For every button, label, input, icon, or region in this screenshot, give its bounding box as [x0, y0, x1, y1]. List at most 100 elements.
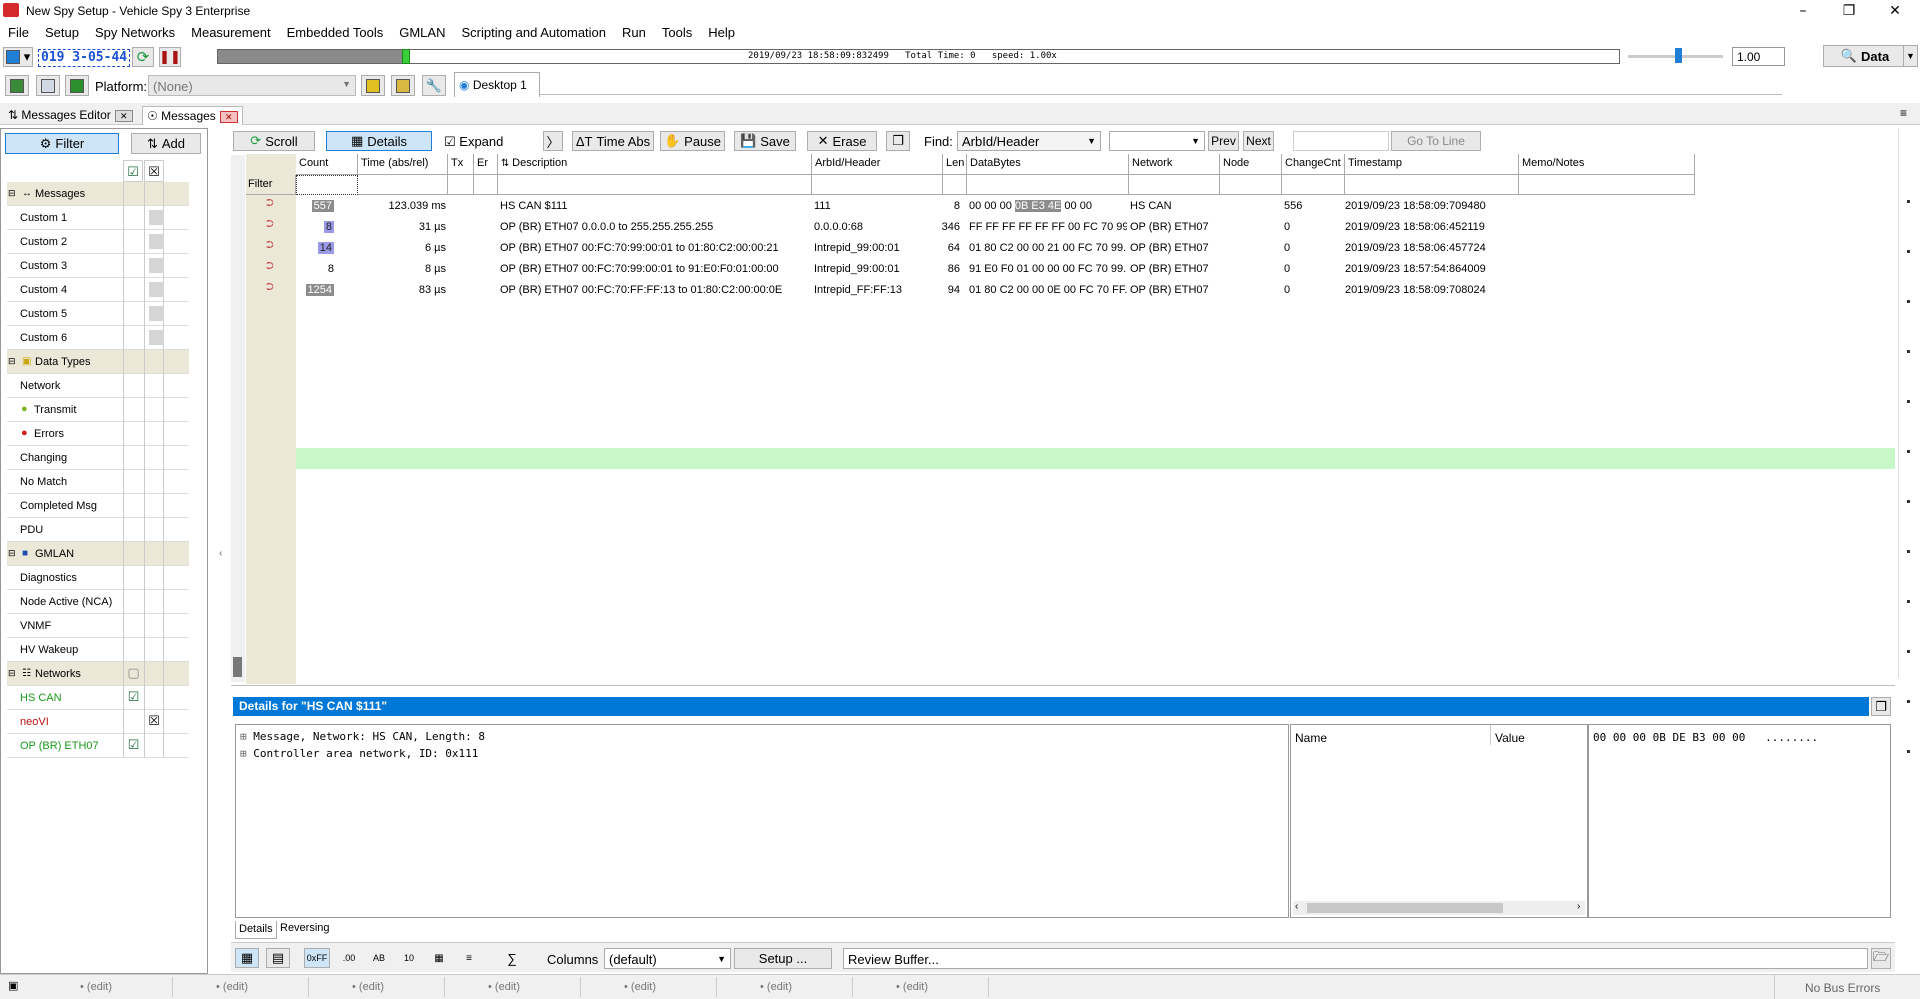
filter-exclude-cell[interactable]: ☒: [144, 710, 164, 734]
tab-reversing[interactable]: Reversing: [280, 922, 330, 934]
pause-button[interactable]: ✋ Pause: [660, 131, 725, 151]
binary-format-icon[interactable]: 10: [398, 948, 420, 968]
menu-embedded-tools[interactable]: Embedded Tools: [279, 22, 392, 43]
bracket-icon[interactable]: 〉: [543, 131, 563, 151]
side-handle-icon[interactable]: [1907, 550, 1910, 553]
collapse-minus-icon[interactable]: ⊟: [8, 356, 16, 367]
side-handle-icon[interactable]: [1907, 250, 1910, 253]
filter-exclude-cell[interactable]: [144, 422, 164, 446]
filter-include-cell[interactable]: [123, 278, 143, 302]
close-icon[interactable]: ✕: [1872, 0, 1918, 22]
signal-icon[interactable]: ∑: [500, 948, 524, 968]
collapse-minus-icon[interactable]: ⊟: [8, 668, 16, 679]
filter-group-15[interactable]: ⊟ ■ GMLAN: [7, 542, 189, 566]
color-swatch[interactable]: [149, 210, 164, 225]
tree-item-message[interactable]: ⊞ Message, Network: HS CAN, Length: 8: [240, 730, 485, 743]
side-handle-icon[interactable]: [1907, 400, 1910, 403]
filter-exclude-cell[interactable]: [144, 302, 164, 326]
filter-cell-timestamp[interactable]: [1345, 175, 1519, 195]
folder-icon[interactable]: 🗁: [1871, 948, 1891, 969]
close-icon[interactable]: ✕: [114, 109, 133, 122]
filter-include-cell[interactable]: [123, 518, 143, 542]
status-edit-slot[interactable]: • (edit): [488, 981, 520, 993]
go-to-line-input[interactable]: [1293, 131, 1389, 151]
hex-format-icon[interactable]: 0xFF: [304, 948, 330, 968]
filter-cell-changecnt[interactable]: [1282, 175, 1345, 195]
find-input[interactable]: ▼: [1109, 131, 1205, 151]
filter-include-cell[interactable]: [123, 566, 143, 590]
add-button[interactable]: ⇅ Add: [131, 133, 201, 154]
color-swatch[interactable]: [149, 282, 164, 297]
menu-spy-networks[interactable]: Spy Networks: [87, 22, 183, 43]
filter-item-14[interactable]: PDU: [7, 518, 189, 542]
filter-exclude-cell[interactable]: [144, 686, 164, 710]
speed-slider[interactable]: [1628, 48, 1723, 64]
menu-help[interactable]: Help: [700, 22, 743, 43]
filter-cell-len[interactable]: [943, 175, 967, 195]
filter-item-3[interactable]: Custom 3: [7, 254, 189, 278]
filter-group-0[interactable]: ⊟ ↔ Messages: [7, 182, 189, 206]
filter-exclude-cell[interactable]: [144, 590, 164, 614]
decimal-format-icon[interactable]: .00: [338, 948, 360, 968]
filter-item-9[interactable]: ● Transmit: [7, 398, 189, 422]
table-row[interactable]: ⮊ 8 8 µs OP (BR) ETH07 00:FC:70:99:00:01 to…: [266, 259, 1696, 280]
filter-exclude-cell[interactable]: [144, 614, 164, 638]
side-handle-icon[interactable]: [1907, 600, 1910, 603]
filter-exclude-cell[interactable]: [144, 350, 164, 374]
data-button[interactable]: 🔍 Data: [1823, 45, 1907, 67]
scroll-left-icon[interactable]: ‹: [1295, 901, 1298, 912]
erase-button[interactable]: ✕ Erase: [807, 131, 877, 151]
filter-item-6[interactable]: Custom 6: [7, 326, 189, 350]
table-row[interactable]: ⮊ 557 123.039 ms HS CAN $111 111 8 00 00 00 0B…: [266, 196, 1696, 217]
restore-icon[interactable]: ❐: [1826, 0, 1872, 22]
filter-button[interactable]: ⚙ Filter: [5, 133, 119, 154]
menu-scripting[interactable]: Scripting and Automation: [453, 22, 614, 43]
tab-messages[interactable]: ☉ Messages ✕: [142, 106, 243, 125]
column-header-len[interactable]: Len: [943, 154, 967, 175]
filter-exclude-cell[interactable]: [144, 374, 164, 398]
filter-include-cell[interactable]: [123, 614, 143, 638]
collapse-minus-icon[interactable]: ⊟: [8, 188, 16, 199]
find-field-select[interactable]: ArbId/Header ▼: [957, 131, 1101, 151]
filter-item-5[interactable]: Custom 5: [7, 302, 189, 326]
status-edit-slot[interactable]: • (edit): [80, 981, 112, 993]
filter-item-10[interactable]: ● Errors: [7, 422, 189, 446]
column-header-databytes[interactable]: DataBytes: [967, 154, 1129, 175]
filter-cell-er[interactable]: [474, 175, 498, 195]
filter-group-20[interactable]: ⊟ ☷ Networks ▢: [7, 662, 189, 686]
filter-include-cell[interactable]: [123, 446, 143, 470]
review-buffer-field[interactable]: Review Buffer...: [843, 948, 1868, 969]
column-header-network[interactable]: Network: [1129, 154, 1220, 175]
filter-exclude-cell[interactable]: [144, 470, 164, 494]
filter-item-16[interactable]: Diagnostics: [7, 566, 189, 590]
pause-icon[interactable]: ❚❚: [159, 47, 181, 67]
filter-include-cell[interactable]: [123, 710, 143, 734]
filter-exclude-cell[interactable]: [144, 518, 164, 542]
color-swatch[interactable]: [149, 330, 164, 345]
filter-exclude-cell[interactable]: [144, 254, 164, 278]
filter-group-7[interactable]: ⊟ ▣ Data Types: [7, 350, 189, 374]
minimize-icon[interactable]: –: [1780, 0, 1826, 22]
filter-cell-time[interactable]: [358, 175, 448, 195]
filter-exclude-cell[interactable]: [144, 662, 164, 686]
filter-exclude-cell[interactable]: [144, 566, 164, 590]
filter-exclude-cell[interactable]: [144, 278, 164, 302]
table-row-selected[interactable]: [296, 448, 1895, 469]
filter-cell-node[interactable]: [1220, 175, 1282, 195]
filter-include-cell[interactable]: [123, 422, 143, 446]
filter-include-cell[interactable]: [123, 182, 143, 206]
copy-details-icon[interactable]: ❐: [1871, 697, 1891, 716]
filter-item-21[interactable]: HS CAN ☑: [7, 686, 189, 710]
calculator-icon[interactable]: [36, 75, 60, 96]
time-abs-button[interactable]: ΔT Time Abs: [572, 131, 654, 151]
side-handle-icon[interactable]: [1907, 500, 1910, 503]
filter-exclude-cell[interactable]: [144, 398, 164, 422]
uncheck-all-icon[interactable]: ☒: [144, 160, 164, 182]
color-swatch[interactable]: [149, 234, 164, 249]
filter-exclude-cell[interactable]: [144, 182, 164, 206]
filter-item-13[interactable]: Completed Msg: [7, 494, 189, 518]
expand-checkbox[interactable]: ☑ Expand: [444, 134, 503, 150]
filter-cell-databytes[interactable]: [967, 175, 1129, 195]
filter-item-4[interactable]: Custom 4: [7, 278, 189, 302]
side-handle-icon[interactable]: [1907, 200, 1910, 203]
